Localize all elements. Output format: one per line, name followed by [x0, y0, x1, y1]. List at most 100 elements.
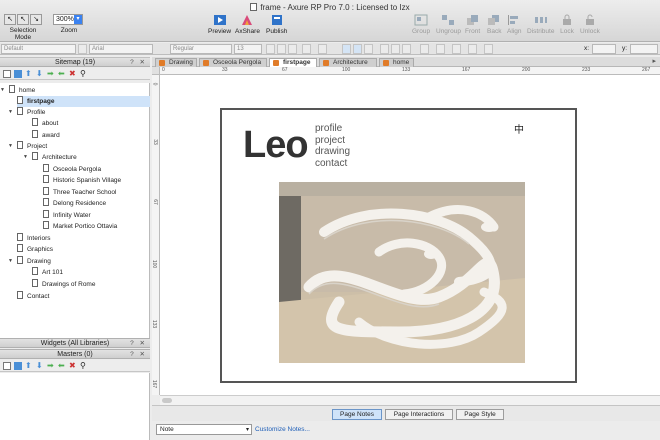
tree-node[interactable]: ▼ Drawing [8, 256, 51, 267]
tree-node[interactable]: ▼ home [0, 85, 149, 96]
tree-node[interactable]: firstpage [17, 96, 150, 107]
tab-page-interactions[interactable]: Page Interactions [385, 409, 453, 420]
line-width-icon[interactable] [452, 44, 461, 54]
menu-item-project[interactable]: project [315, 135, 350, 147]
scroll-thumb[interactable] [162, 398, 172, 403]
y-input[interactable] [630, 44, 658, 54]
panel-controls[interactable]: ? ✕ [130, 58, 147, 67]
select-contain-icon[interactable]: ↖ [17, 14, 29, 25]
tree-node[interactable]: Market Portico Ottavia [43, 221, 117, 232]
zoom-select[interactable]: 300% ▾ [53, 14, 83, 25]
front-button[interactable]: Front [465, 14, 480, 35]
tree-node[interactable]: Interiors [17, 233, 50, 244]
publish-button[interactable]: Publish [266, 14, 287, 35]
note-select[interactable]: Note ▾ [156, 424, 252, 435]
weight-select[interactable]: Regular [170, 44, 232, 54]
distribute-button[interactable]: Distribute [527, 14, 554, 35]
menu-item-profile[interactable]: profile [315, 123, 350, 135]
tab-architecture[interactable]: Architecture [319, 58, 377, 67]
back-button[interactable]: Back [487, 14, 501, 35]
design-canvas[interactable]: Leo profile project drawing contact 中 [160, 75, 660, 395]
valign-bottom-icon[interactable] [402, 44, 411, 54]
zoom-control[interactable]: 300% ▾ Zoom [53, 14, 85, 34]
unlock-button[interactable]: Unlock [580, 14, 600, 35]
tree-node[interactable]: Three Teacher School [43, 187, 116, 198]
search-icon[interactable]: ⚲ [80, 69, 88, 78]
select-intersect-icon[interactable]: ↖ [4, 14, 16, 25]
axshare-button[interactable]: AxShare [235, 14, 260, 35]
menu-item-contact[interactable]: contact [315, 158, 350, 170]
add-folder-icon[interactable] [14, 361, 22, 370]
sculpture-photo[interactable] [279, 182, 525, 363]
language-toggle[interactable]: 中 [514, 121, 524, 136]
tree-node[interactable]: Infinity Water [43, 210, 91, 221]
arrow-style-icon[interactable] [484, 44, 493, 54]
tab-home[interactable]: home [379, 58, 414, 67]
tree-node[interactable]: Contact [17, 291, 49, 302]
align-center-icon[interactable] [353, 44, 362, 54]
collapse-triangle-icon[interactable]: ▼ [8, 141, 13, 152]
horizontal-scrollbar[interactable] [160, 395, 660, 405]
search-icon[interactable]: ⚲ [80, 361, 88, 370]
add-master-icon[interactable] [3, 361, 11, 370]
collapse-triangle-icon[interactable]: ▼ [0, 85, 5, 96]
group-button[interactable]: Group [412, 14, 430, 35]
align-left-icon[interactable] [342, 44, 351, 54]
panel-controls[interactable]: ? ✕ [130, 350, 147, 359]
collapse-triangle-icon[interactable]: ▼ [8, 107, 13, 118]
font-size-select[interactable]: 13 [234, 44, 262, 54]
align-right-icon[interactable] [364, 44, 373, 54]
add-page-icon[interactable] [3, 69, 11, 78]
collapse-triangle-icon[interactable]: ▼ [8, 256, 13, 267]
valign-middle-icon[interactable] [391, 44, 400, 54]
tab-osceola-pergola[interactable]: Osceola Pergola [199, 58, 267, 67]
indent-icon[interactable]: ➡ [47, 69, 55, 78]
lock-button[interactable]: Lock [560, 14, 574, 35]
tree-node[interactable]: ▼ Project [8, 141, 47, 152]
tree-node[interactable]: ▼ Profile [8, 107, 45, 118]
tab-page-notes[interactable]: Page Notes [332, 409, 382, 420]
logo-text[interactable]: Leo [243, 124, 309, 167]
outdent-icon[interactable]: ⬅ [58, 69, 66, 78]
tree-node[interactable]: Graphics [17, 244, 53, 255]
indent-icon[interactable]: ➡ [47, 361, 55, 370]
move-up-icon[interactable]: ⬆ [25, 69, 33, 78]
valign-top-icon[interactable] [380, 44, 389, 54]
connector-icon[interactable]: ↘ [30, 14, 42, 25]
selection-mode[interactable]: ↖ ↖ ↘ Selection Mode [2, 14, 44, 41]
italic-icon[interactable] [277, 44, 286, 54]
x-input[interactable] [592, 44, 616, 54]
menu-item-drawing[interactable]: drawing [315, 146, 350, 158]
underline-icon[interactable] [288, 44, 297, 54]
move-down-icon[interactable]: ⬇ [36, 69, 44, 78]
tree-node[interactable]: Drawings of Rome [32, 279, 95, 290]
style-select[interactable]: Default [1, 44, 76, 54]
line-style-icon[interactable] [468, 44, 477, 54]
preview-button[interactable]: Preview [208, 14, 231, 35]
bullet-icon[interactable] [318, 44, 327, 54]
tab-drawing[interactable]: Drawing [155, 58, 197, 67]
bold-icon[interactable] [266, 44, 275, 54]
tree-node[interactable]: about [32, 118, 58, 129]
collapse-triangle-icon[interactable]: ▼ [23, 152, 28, 163]
tree-node[interactable]: Osceola Pergola [43, 164, 101, 175]
style-edit-icon[interactable] [78, 44, 87, 54]
tree-node[interactable]: Art 101 [32, 267, 63, 278]
line-color-icon[interactable] [436, 44, 445, 54]
tree-node[interactable]: Delong Residence [43, 198, 106, 209]
tree-node[interactable]: award [32, 130, 60, 141]
tab-overflow-icon[interactable]: ▸ [652, 57, 656, 65]
tab-page-style[interactable]: Page Style [456, 409, 504, 420]
panel-controls[interactable]: ? ✕ [130, 339, 147, 348]
move-down-icon[interactable]: ⬇ [36, 361, 44, 370]
customize-notes-link[interactable]: Customize Notes... [255, 426, 310, 433]
outdent-icon[interactable]: ⬅ [58, 361, 66, 370]
delete-master-icon[interactable]: ✖ [69, 361, 77, 370]
text-color-icon[interactable] [302, 44, 311, 54]
move-up-icon[interactable]: ⬆ [25, 361, 33, 370]
tree-node[interactable]: Historic Spanish Village [43, 175, 121, 186]
delete-page-icon[interactable]: ✖ [69, 69, 77, 78]
fill-color-icon[interactable] [420, 44, 429, 54]
ungroup-button[interactable]: Ungroup [436, 14, 461, 35]
font-select[interactable]: Arial [89, 44, 153, 54]
